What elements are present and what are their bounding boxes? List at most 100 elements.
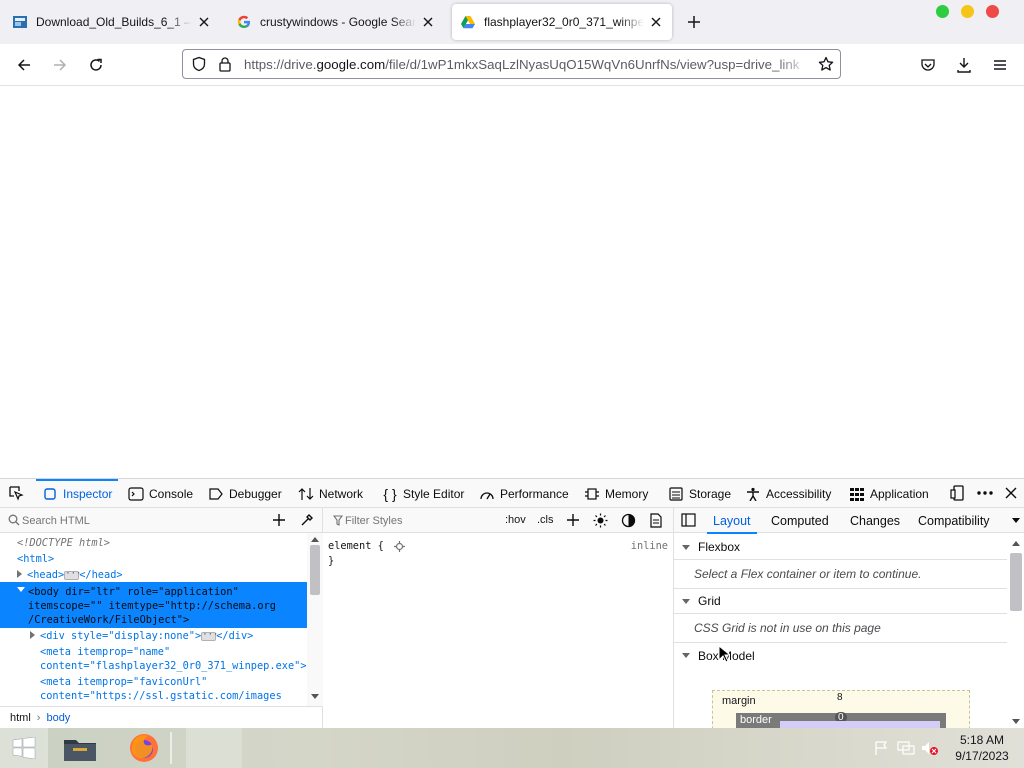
rule-source-inline[interactable]: inline — [631, 540, 668, 552]
markup-scrollbar[interactable] — [307, 533, 323, 706]
pocket-icon[interactable] — [915, 52, 941, 78]
minimize-button[interactable] — [961, 5, 974, 18]
url-bar[interactable]: https://drive.google.com/file/d/1wP1mkxS… — [182, 49, 841, 79]
ellipsis-badge[interactable]: ··· — [64, 569, 81, 580]
markup-view: <!DOCTYPE html> <html> <head>···</head> … — [0, 508, 323, 729]
more-options-icon[interactable] — [976, 485, 994, 501]
hov-toggle[interactable]: :hov — [505, 514, 526, 526]
reload-button[interactable] — [83, 52, 109, 78]
add-node-icon[interactable] — [272, 513, 286, 527]
lock-icon[interactable] — [217, 56, 233, 72]
tab-network[interactable]: Network — [298, 479, 363, 508]
div-node[interactable]: <div style="display:none">···</div> — [30, 629, 253, 643]
box-model-margin[interactable]: margin 8 border 0 — [712, 690, 970, 729]
cls-toggle[interactable]: .cls — [537, 514, 554, 526]
start-button[interactable] — [0, 728, 48, 768]
gear-icon[interactable] — [394, 540, 405, 552]
search-html-input[interactable] — [22, 511, 252, 530]
scroll-up-icon[interactable] — [1012, 541, 1020, 546]
tab-storage[interactable]: Storage — [668, 479, 731, 508]
collapse-twisty-icon[interactable] — [17, 587, 25, 592]
maximize-button[interactable] — [936, 5, 949, 18]
tab-computed[interactable]: Computed — [771, 508, 829, 533]
tab-changes[interactable]: Changes — [850, 508, 900, 533]
url-text[interactable]: https://drive.google.com/file/d/1wP1mkxS… — [244, 57, 810, 72]
chevron-down-icon[interactable] — [1012, 518, 1020, 523]
taskbar-app-button[interactable] — [186, 728, 242, 768]
scroll-down-icon[interactable] — [1012, 719, 1020, 724]
firefox-icon[interactable] — [122, 728, 166, 768]
scroll-thumb[interactable] — [310, 545, 320, 595]
collapse-twisty-icon[interactable] — [682, 544, 690, 550]
ellipsis-badge[interactable]: ··· — [201, 630, 218, 641]
scroll-thumb[interactable] — [1010, 553, 1022, 611]
file-explorer-icon[interactable] — [58, 728, 102, 768]
tab-memory[interactable]: Memory — [584, 479, 648, 508]
back-button[interactable] — [11, 52, 37, 78]
margin-top-value[interactable]: 8 — [837, 692, 843, 703]
flexbox-section-header[interactable]: Flexbox — [674, 535, 1007, 560]
scroll-up-icon[interactable] — [311, 537, 319, 542]
tab-accessibility[interactable]: Accessibility — [745, 479, 831, 508]
close-icon[interactable] — [420, 14, 436, 30]
tab-label: Memory — [605, 486, 649, 501]
print-media-icon[interactable] — [649, 513, 663, 528]
action-center-flag-icon[interactable] — [872, 728, 890, 768]
new-tab-button[interactable] — [684, 12, 704, 32]
dark-theme-icon[interactable] — [621, 513, 636, 528]
light-theme-sun-icon[interactable] — [593, 513, 608, 528]
tab-label: Style Editor — [403, 486, 465, 501]
head-node[interactable]: <head>···</head> — [17, 568, 123, 582]
tracking-protection-shield-icon[interactable] — [191, 56, 207, 72]
body-node-selected[interactable]: <body dir="ltr" role="application" items… — [0, 582, 307, 628]
menu-hamburger-icon[interactable] — [987, 52, 1013, 78]
close-icon[interactable] — [648, 14, 664, 30]
tab-compatibility[interactable]: Compatibility — [918, 508, 990, 533]
tab-performance[interactable]: Performance — [479, 479, 569, 508]
doctype-node[interactable]: <!DOCTYPE html> — [17, 536, 110, 550]
html-node[interactable]: <html> — [17, 552, 54, 566]
volume-muted-icon[interactable] — [920, 728, 940, 768]
responsive-design-icon[interactable] — [950, 485, 966, 501]
add-rule-icon[interactable] — [566, 513, 580, 527]
filter-styles-input[interactable] — [345, 511, 505, 530]
tab-debugger[interactable]: Debugger — [208, 479, 282, 508]
layout-scrollbar[interactable] — [1008, 533, 1024, 729]
expand-twisty-icon[interactable] — [30, 631, 35, 639]
network-icon — [298, 486, 314, 502]
box-model-border[interactable]: border 0 — [736, 712, 946, 729]
toggle-sidebar-icon[interactable] — [681, 513, 696, 527]
element-rule-selector[interactable]: element { — [328, 540, 405, 552]
collapse-twisty-icon[interactable] — [682, 653, 690, 658]
meta-name-node[interactable]: <meta itemprop="name" — [40, 645, 170, 659]
tab-flashplayer[interactable]: flashplayer32_0r0_371_winpep.exe — [452, 4, 672, 40]
tab-console[interactable]: Console — [128, 479, 193, 508]
forward-button[interactable] — [47, 52, 73, 78]
network-status-icon[interactable] — [896, 728, 916, 768]
breadcrumb-body[interactable]: body — [46, 712, 70, 724]
tab-application[interactable]: Application — [849, 479, 929, 508]
tab-google-search[interactable]: crustywindows - Google Search — [228, 4, 444, 40]
bookmark-star-icon[interactable] — [818, 56, 834, 72]
devtools-toolbar: Inspector Console Debugger Network { } St… — [0, 479, 1024, 508]
scroll-down-icon[interactable] — [311, 694, 319, 699]
element-picker-icon[interactable] — [8, 485, 24, 501]
tab-inspector[interactable]: Inspector — [35, 479, 119, 508]
grid-section-header[interactable]: Grid — [674, 589, 1007, 614]
tab-layout[interactable]: Layout — [707, 508, 756, 534]
page-content[interactable] — [0, 86, 1024, 478]
collapse-twisty-icon[interactable] — [682, 598, 690, 604]
meta-favicon-node[interactable]: <meta itemprop="faviconUrl" — [40, 675, 207, 689]
tab-download-old-builds[interactable]: Download_Old_Builds_6_1 – Oracle VM — [4, 4, 220, 40]
clock[interactable]: 5:18 AM 9/17/2023 — [944, 732, 1020, 764]
tab-style-editor[interactable]: { } Style Editor — [382, 479, 464, 508]
downloads-icon[interactable] — [951, 52, 977, 78]
expand-twisty-icon[interactable] — [17, 570, 22, 578]
breadcrumb-html[interactable]: html — [10, 712, 31, 724]
google-icon — [236, 14, 252, 30]
close-icon[interactable] — [196, 14, 212, 30]
close-window-button[interactable] — [986, 5, 999, 18]
body-line-2: itemscope="" itemtype="http://schema.org — [28, 600, 276, 612]
close-devtools-icon[interactable] — [1004, 486, 1018, 500]
eyedropper-icon[interactable] — [300, 513, 314, 527]
